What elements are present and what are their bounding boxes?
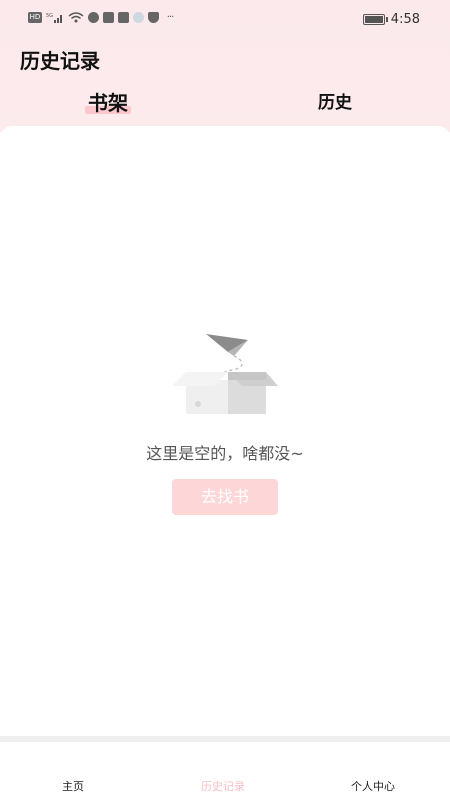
tab-bookshelf[interactable]: 书架 [85,88,131,120]
nav-history[interactable]: 历史记录 [201,778,245,794]
mail-icon [118,12,129,23]
more-icon: ··· [166,12,175,23]
nav-home[interactable]: 主页 [62,778,84,794]
status-icons: HD 5G ··· [28,12,177,23]
tab-bar: 书架 历史 [0,88,450,124]
5g-signal-icon: 5G [46,12,64,23]
status-bar: HD 5G ··· 4:58 [0,0,450,40]
page-title: 历史记录 [20,49,100,73]
empty-box-paper-plane-icon [172,334,278,414]
wifi-icon [68,12,84,23]
tab-label: 书架 [88,91,128,115]
hd-icon: HD [28,12,42,23]
mail-icon [103,12,114,23]
status-time: 4:58 [390,12,420,27]
tab-history[interactable]: 历史 [318,88,352,120]
bottom-nav: 主页 历史记录 个人中心 [0,742,450,800]
empty-message: 这里是空的，啥都没~ [146,444,304,463]
notification-icon [133,12,144,23]
svg-text:5G: 5G [46,13,53,19]
nav-profile[interactable]: 个人中心 [351,778,395,794]
content-area [0,126,450,736]
battery-icon [362,14,388,25]
find-books-button[interactable]: 去找书 [172,479,278,515]
shield-icon [148,12,159,23]
app-icon [88,12,99,23]
tab-label: 历史 [318,93,352,113]
